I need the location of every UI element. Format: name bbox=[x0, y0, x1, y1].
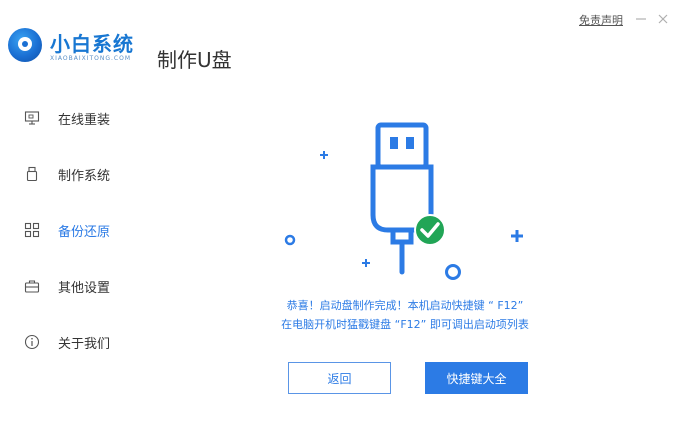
brand-domain: XIAOBAIXITONG.COM bbox=[50, 55, 131, 62]
sidebar-item-label: 备份还原 bbox=[58, 224, 111, 240]
sidebar-item-label: 关于我们 bbox=[58, 336, 111, 352]
toolbox-icon bbox=[24, 280, 40, 293]
close-icon bbox=[658, 14, 668, 24]
usb-success-illustration bbox=[284, 122, 523, 280]
close-button[interactable] bbox=[656, 12, 670, 26]
logo-icon bbox=[8, 28, 42, 62]
sidebar-item-backup-restore[interactable]: 备份还原 bbox=[24, 219, 174, 241]
disclaimer-link[interactable]: 免责声明 bbox=[579, 12, 623, 28]
sidebar-item-label: 在线重装 bbox=[58, 112, 111, 128]
sidebar-item-online-reinstall[interactable]: 在线重装 bbox=[24, 107, 174, 129]
sidebar-item-other-settings[interactable]: 其他设置 bbox=[24, 275, 174, 297]
minimize-button[interactable] bbox=[634, 12, 648, 26]
shortcut-list-button[interactable]: 快捷键大全 bbox=[425, 362, 528, 394]
usb-drive-icon bbox=[370, 122, 434, 275]
sidebar-item-label: 其他设置 bbox=[58, 280, 111, 296]
info-icon bbox=[24, 334, 40, 350]
grid-icon bbox=[24, 222, 40, 238]
app-logo: 小白系统 XIAOBAIXITONG.COM bbox=[8, 28, 158, 72]
success-message: 恭喜！启动盘制作完成！本机启动快捷键 “ F12” bbox=[286, 299, 524, 312]
sidebar-item-make-system[interactable]: 制作系统 bbox=[24, 163, 174, 185]
back-button[interactable]: 返回 bbox=[288, 362, 391, 394]
hint-message: 在电脑开机时猛戳键盘 “F12” 即可调出启动项列表 bbox=[281, 318, 529, 331]
sidebar-item-label: 制作系统 bbox=[58, 168, 111, 184]
check-icon bbox=[414, 214, 446, 246]
minimize-icon bbox=[636, 18, 646, 20]
usb-drive-icon bbox=[26, 166, 38, 182]
monitor-icon bbox=[24, 111, 40, 125]
page-title: 制作U盘 bbox=[157, 48, 232, 72]
sidebar-item-about-us[interactable]: 关于我们 bbox=[24, 331, 174, 353]
brand-name: 小白系统 bbox=[50, 32, 134, 56]
